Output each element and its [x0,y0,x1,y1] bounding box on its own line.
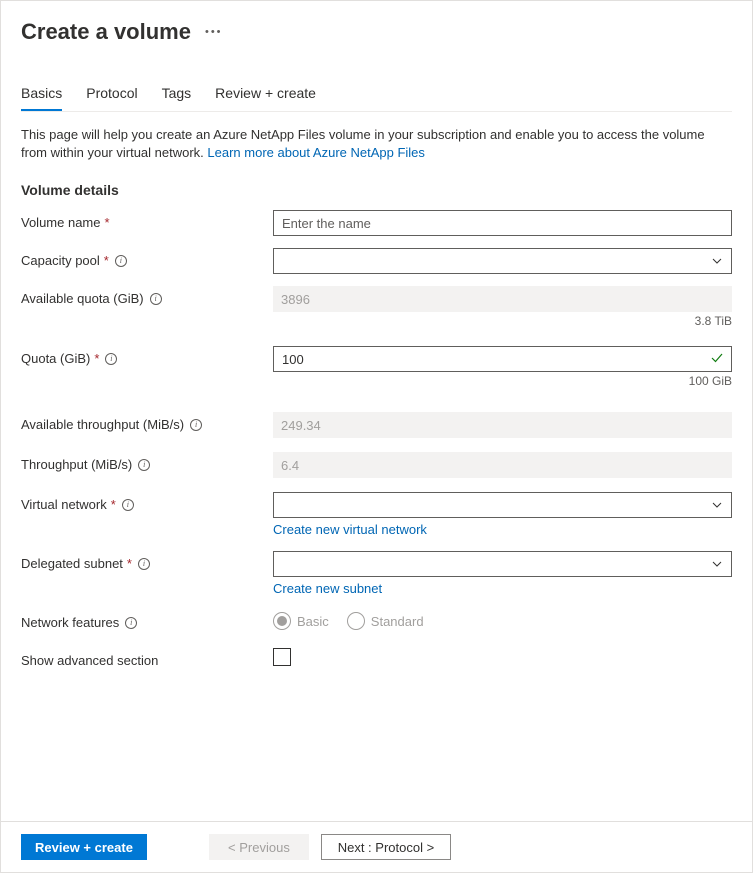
info-icon[interactable]: i [190,419,202,431]
available-quota-label: Available quota (GiB) [21,291,144,306]
delegated-subnet-select[interactable] [273,551,732,577]
virtual-network-select[interactable] [273,492,732,518]
info-icon[interactable]: i [138,459,150,471]
info-icon[interactable]: i [122,499,134,511]
info-icon[interactable]: i [138,558,150,570]
throughput-label: Throughput (MiB/s) [21,457,132,472]
tab-review[interactable]: Review + create [215,85,316,111]
tab-basics[interactable]: Basics [21,85,62,111]
quota-subtext: 100 GiB [273,374,732,388]
available-throughput-value [273,412,732,438]
available-quota-value [273,286,732,312]
page-description: This page will help you create an Azure … [21,126,732,162]
quota-label: Quota (GiB) [21,351,90,366]
section-volume-details: Volume details [21,182,732,198]
available-quota-subtext: 3.8 TiB [273,314,732,328]
radio-basic-label: Basic [297,614,329,629]
create-vnet-link[interactable]: Create new virtual network [273,522,427,537]
info-icon[interactable]: i [115,255,127,267]
required-icon: * [94,351,99,366]
required-icon: * [104,253,109,268]
delegated-subnet-label: Delegated subnet [21,556,123,571]
tab-protocol[interactable]: Protocol [86,85,137,111]
volume-name-label: Volume name [21,215,101,230]
virtual-network-label: Virtual network [21,497,107,512]
radio-icon [273,612,291,630]
required-icon: * [105,215,110,230]
required-icon: * [127,556,132,571]
more-options-icon[interactable]: ••• [205,26,223,38]
info-icon[interactable]: i [125,617,137,629]
radio-basic: Basic [273,612,329,630]
show-advanced-checkbox[interactable] [273,648,291,666]
capacity-pool-select[interactable] [273,248,732,274]
next-button[interactable]: Next : Protocol > [321,834,451,860]
info-icon[interactable]: i [105,353,117,365]
create-subnet-link[interactable]: Create new subnet [273,581,382,596]
show-advanced-label: Show advanced section [21,653,158,668]
tab-bar: Basics Protocol Tags Review + create [21,85,732,112]
learn-more-link[interactable]: Learn more about Azure NetApp Files [207,145,425,160]
radio-standard-label: Standard [371,614,424,629]
volume-name-input[interactable] [273,210,732,236]
info-icon[interactable]: i [150,293,162,305]
capacity-pool-label: Capacity pool [21,253,100,268]
quota-input[interactable] [273,346,732,372]
required-icon: * [111,497,116,512]
network-features-label: Network features [21,615,119,630]
review-create-button[interactable]: Review + create [21,834,147,860]
page-title: Create a volume [21,19,191,45]
tab-tags[interactable]: Tags [162,85,192,111]
radio-icon [347,612,365,630]
throughput-value [273,452,732,478]
radio-standard: Standard [347,612,424,630]
available-throughput-label: Available throughput (MiB/s) [21,417,184,432]
previous-button: < Previous [209,834,309,860]
